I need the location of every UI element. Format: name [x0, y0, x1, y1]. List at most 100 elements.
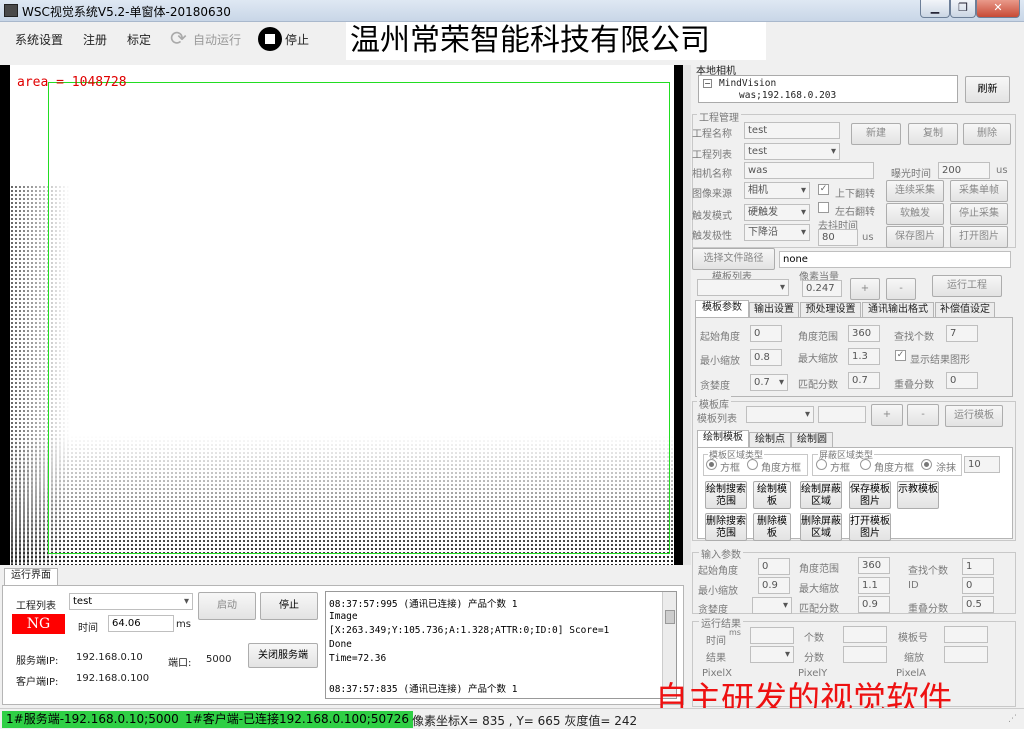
trigger-polarity-select[interactable]: 下降沿 — [744, 224, 810, 241]
show-result-checkbox[interactable]: ✓ — [895, 350, 906, 361]
tab-comm-format[interactable]: 通讯输出格式 — [862, 302, 934, 317]
copy-project-button[interactable]: 复制 — [908, 123, 958, 145]
flip-lr-checkbox[interactable] — [818, 202, 829, 213]
close-server-button[interactable]: 关闭服务端 — [248, 643, 318, 668]
in-start-angle-input[interactable]: 0 — [758, 558, 790, 575]
teach-template-button[interactable]: 示教模板 — [897, 481, 939, 509]
tab-output-settings[interactable]: 输出设置 — [749, 302, 799, 317]
mask-brush-radio[interactable] — [921, 459, 932, 470]
angle-range-input[interactable]: 360 — [848, 325, 880, 342]
run-template-button[interactable]: 运行模板 — [945, 405, 1003, 427]
refresh-camera-button[interactable]: 刷新 — [965, 76, 1010, 103]
close-button[interactable]: ✕ — [976, 0, 1020, 18]
region-square-radio[interactable] — [706, 459, 717, 470]
roi-rectangle[interactable] — [48, 82, 670, 554]
tab-draw-template[interactable]: 绘制模板 — [697, 430, 749, 447]
template-add-button[interactable]: + — [850, 278, 880, 300]
debounce-input[interactable]: 80 — [818, 229, 858, 246]
menu-system-settings[interactable]: 系统设置 — [15, 31, 63, 48]
exposure-input[interactable]: 200 — [938, 162, 990, 179]
open-image-button[interactable]: 打开图片 — [950, 226, 1008, 248]
in-greed-select[interactable] — [752, 597, 792, 614]
soft-trigger-button[interactable]: 软触发 — [886, 203, 944, 225]
template-list-select[interactable] — [697, 279, 789, 296]
tree-collapse-icon[interactable]: − — [703, 79, 712, 88]
stop-icon[interactable] — [258, 27, 282, 51]
draw-search-range-button[interactable]: 绘制搜索范围 — [705, 481, 747, 509]
delete-template-button[interactable]: 删除模板 — [753, 513, 791, 541]
exposure-unit: us — [996, 165, 1008, 176]
find-count-input[interactable]: 7 — [946, 325, 978, 342]
in-angle-range-input[interactable]: 360 — [858, 557, 890, 574]
mask-square-radio[interactable] — [816, 459, 827, 470]
menu-register[interactable]: 注册 — [83, 31, 107, 48]
greed-select[interactable]: 0.7 — [750, 374, 788, 391]
open-template-image-button[interactable]: 打开模板图片 — [849, 513, 891, 541]
project-group-label: 工程管理 — [697, 109, 741, 124]
delete-mask-button[interactable]: 删除屏蔽区域 — [800, 513, 842, 541]
run-project-button[interactable]: 运行工程 — [932, 275, 1002, 297]
menu-auto-run[interactable]: 自动运行 — [193, 31, 241, 48]
stop-capture-button[interactable]: 停止采集 — [950, 203, 1008, 225]
min-scale-input[interactable]: 0.8 — [750, 349, 782, 366]
max-scale-input[interactable]: 1.3 — [848, 348, 880, 365]
image-view[interactable]: area = 1048728 — [0, 65, 683, 565]
brush-size-input[interactable]: 10 — [964, 456, 1000, 473]
delete-project-button[interactable]: 删除 — [963, 123, 1011, 145]
draw-mask-button[interactable]: 绘制屏蔽区域 — [800, 481, 842, 509]
stop-run-button[interactable]: 停止 — [260, 592, 318, 620]
tree-root-item[interactable]: MindVision — [719, 78, 776, 89]
single-capture-button[interactable]: 采集单帧 — [950, 180, 1008, 202]
trigger-mode-select[interactable]: 硬触发 — [744, 204, 810, 221]
minimize-button[interactable]: ▁ — [920, 0, 950, 18]
in-max-scale-input[interactable]: 1.1 — [858, 577, 890, 594]
tab-run-interface[interactable]: 运行界面 — [4, 568, 58, 585]
tab-compensation[interactable]: 补偿值设定 — [935, 302, 995, 317]
start-angle-input[interactable]: 0 — [750, 325, 782, 342]
menu-stop[interactable]: 停止 — [285, 31, 309, 48]
match-score-input[interactable]: 0.7 — [848, 372, 880, 389]
tab-draw-point[interactable]: 绘制点 — [749, 432, 791, 447]
menu-calibrate[interactable]: 标定 — [127, 31, 151, 48]
choose-path-button[interactable]: 选择文件路径 — [692, 248, 775, 270]
project-list-select[interactable]: test — [744, 143, 840, 160]
save-image-button[interactable]: 保存图片 — [886, 226, 944, 248]
template-remove-button[interactable]: - — [886, 278, 916, 300]
region-angle-square-radio[interactable] — [747, 459, 758, 470]
in-overlap-score-input[interactable]: 0.5 — [962, 596, 994, 613]
result-select[interactable] — [750, 646, 794, 663]
new-project-button[interactable]: 新建 — [851, 123, 901, 145]
log-box[interactable]: 08:37:57:995 (通讯已连接) 产品个数 1 Image [X:263… — [325, 591, 677, 699]
camera-name-input[interactable]: was — [744, 162, 874, 179]
pixel-equivalent-input[interactable]: 0.247 — [802, 280, 842, 297]
flip-ud-checkbox[interactable]: ✓ — [818, 184, 829, 195]
mask-angle-square-radio[interactable] — [860, 459, 871, 470]
continuous-capture-button[interactable]: 连续采集 — [886, 180, 944, 202]
template-lib-select[interactable] — [746, 406, 814, 423]
camera-tree[interactable]: − MindVision was;192.168.0.203 — [698, 75, 958, 103]
maximize-button[interactable]: ❐ — [950, 0, 976, 18]
start-button[interactable]: 启动 — [198, 592, 256, 620]
tab-draw-circle[interactable]: 绘制圆 — [791, 432, 833, 447]
run-project-list-label: 工程列表 — [16, 601, 56, 612]
tab-preprocess[interactable]: 预处理设置 — [800, 302, 861, 317]
in-match-score-input[interactable]: 0.9 — [858, 596, 890, 613]
in-find-count-input[interactable]: 1 — [962, 558, 994, 575]
resize-grip-icon[interactable]: ⋰ — [1008, 714, 1020, 726]
draw-template-button[interactable]: 绘制模板 — [753, 481, 791, 509]
delete-search-range-button[interactable]: 删除搜索范围 — [705, 513, 747, 541]
overlap-score-input[interactable]: 0 — [946, 372, 978, 389]
run-project-select[interactable]: test — [69, 593, 193, 610]
save-template-image-button[interactable]: 保存模板图片 — [849, 481, 891, 509]
template-lib-add-button[interactable]: + — [871, 404, 903, 426]
image-source-select[interactable]: 相机 — [744, 182, 810, 199]
template-lib-remove-button[interactable]: - — [907, 404, 939, 426]
view-vscroll[interactable] — [683, 65, 691, 565]
log-scroll-thumb[interactable] — [665, 610, 675, 624]
tab-template-params[interactable]: 模板参数 — [695, 300, 749, 317]
project-name-input[interactable]: test — [744, 122, 840, 139]
template-lib-name-input[interactable] — [818, 406, 866, 423]
in-min-scale-input[interactable]: 0.9 — [758, 577, 790, 594]
tree-camera-item[interactable]: was;192.168.0.203 — [739, 90, 836, 101]
in-id-input[interactable]: 0 — [962, 577, 994, 594]
